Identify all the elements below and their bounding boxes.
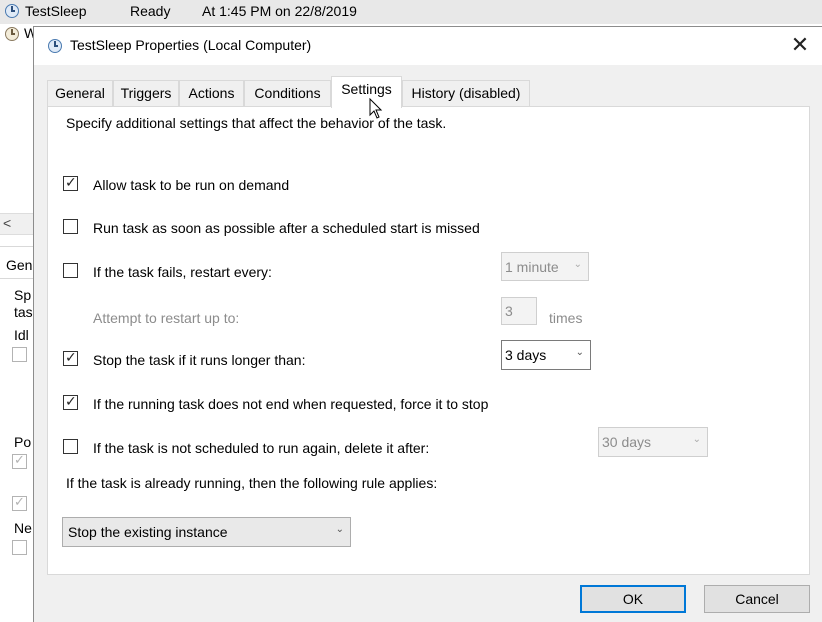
tab-history[interactable]: History (disabled) bbox=[402, 80, 530, 107]
settings-intro: Specify additional settings that affect … bbox=[66, 115, 447, 131]
restart-every-checkbox[interactable] bbox=[63, 263, 78, 278]
task-clock-icon bbox=[5, 27, 19, 41]
cancel-button[interactable]: Cancel bbox=[704, 585, 810, 613]
bg-text-sp: Sp bbox=[14, 287, 32, 303]
bg-text-ne: Ne bbox=[14, 520, 32, 536]
horizontal-scroll-left[interactable]: < bbox=[0, 213, 34, 235]
bg-checkbox bbox=[12, 347, 27, 362]
force-stop-checkbox[interactable] bbox=[63, 393, 78, 410]
clock-icon bbox=[48, 39, 62, 53]
delete-after-checkbox[interactable] bbox=[63, 439, 78, 454]
dialog-title: TestSleep Properties (Local Computer) bbox=[70, 37, 312, 53]
running-rule-select[interactable]: Stop the existing instance ⌄ bbox=[62, 517, 351, 547]
delete-after-label[interactable]: If the task is not scheduled to run agai… bbox=[93, 440, 429, 456]
tab-conditions[interactable]: Conditions bbox=[244, 80, 331, 107]
scroll-left-icon[interactable]: < bbox=[3, 215, 11, 231]
running-rule-value: Stop the existing instance bbox=[68, 524, 228, 540]
divider bbox=[0, 278, 34, 279]
delete-after-select[interactable]: 30 days ⌄ bbox=[598, 427, 708, 457]
tab-actions[interactable]: Actions bbox=[179, 80, 244, 107]
background-task-row[interactable]: TestSleep Ready At 1:45 PM on 22/8/2019 bbox=[0, 0, 822, 24]
bg-checkbox bbox=[12, 540, 27, 555]
restart-interval-value: 1 minute bbox=[505, 259, 559, 275]
stop-duration-value: 3 days bbox=[505, 347, 547, 363]
settings-panel: Specify additional settings that affect … bbox=[47, 106, 810, 575]
allow-on-demand-checkbox[interactable] bbox=[63, 174, 78, 191]
restart-interval-select[interactable]: 1 minute ⌄ bbox=[501, 252, 589, 281]
task-name: TestSleep bbox=[25, 3, 87, 19]
force-stop-label[interactable]: If the running task does not end when re… bbox=[93, 396, 488, 412]
divider bbox=[0, 246, 34, 247]
run-asap-label[interactable]: Run task as soon as possible after a sch… bbox=[93, 220, 480, 236]
attempt-restart-suffix: times bbox=[549, 310, 583, 326]
task-trigger: At 1:45 PM on 22/8/2019 bbox=[202, 3, 357, 19]
chevron-down-icon: ⌄ bbox=[573, 259, 582, 270]
bg-text-tas: tas bbox=[14, 304, 33, 320]
tab-triggers[interactable]: Triggers bbox=[113, 80, 179, 107]
properties-dialog: TestSleep Properties (Local Computer) ✕ … bbox=[33, 26, 822, 622]
bg-checkbox bbox=[12, 452, 27, 469]
attempt-restart-label: Attempt to restart up to: bbox=[93, 310, 240, 326]
stop-if-longer-label[interactable]: Stop the task if it runs longer than: bbox=[93, 352, 305, 368]
chevron-down-icon: ⌄ bbox=[692, 434, 701, 445]
dialog-titlebar[interactable]: TestSleep Properties (Local Computer) ✕ bbox=[34, 27, 822, 65]
restart-every-label[interactable]: If the task fails, restart every: bbox=[93, 264, 272, 280]
task-clock-icon bbox=[5, 4, 19, 18]
tab-settings[interactable]: Settings bbox=[331, 76, 402, 108]
bg-text-idl: Idl bbox=[14, 327, 29, 343]
stop-if-longer-checkbox[interactable] bbox=[63, 349, 78, 366]
allow-on-demand-label[interactable]: Allow task to be run on demand bbox=[93, 177, 289, 193]
attempt-restart-value: 3 bbox=[505, 303, 513, 319]
attempt-restart-input[interactable]: 3 bbox=[501, 297, 537, 325]
tab-general[interactable]: General bbox=[47, 80, 113, 107]
delete-after-value: 30 days bbox=[602, 434, 652, 450]
chevron-down-icon: ⌄ bbox=[575, 347, 584, 358]
bg-checkbox bbox=[12, 494, 27, 511]
stop-duration-select[interactable]: 3 days ⌄ bbox=[501, 340, 591, 370]
close-icon[interactable]: ✕ bbox=[785, 31, 815, 61]
chevron-down-icon: ⌄ bbox=[335, 524, 344, 535]
ok-button[interactable]: OK bbox=[580, 585, 686, 613]
bg-text-po: Po bbox=[14, 434, 32, 450]
run-asap-checkbox[interactable] bbox=[63, 219, 78, 234]
rule-label: If the task is already running, then the… bbox=[66, 475, 438, 491]
task-status: Ready bbox=[130, 3, 171, 19]
